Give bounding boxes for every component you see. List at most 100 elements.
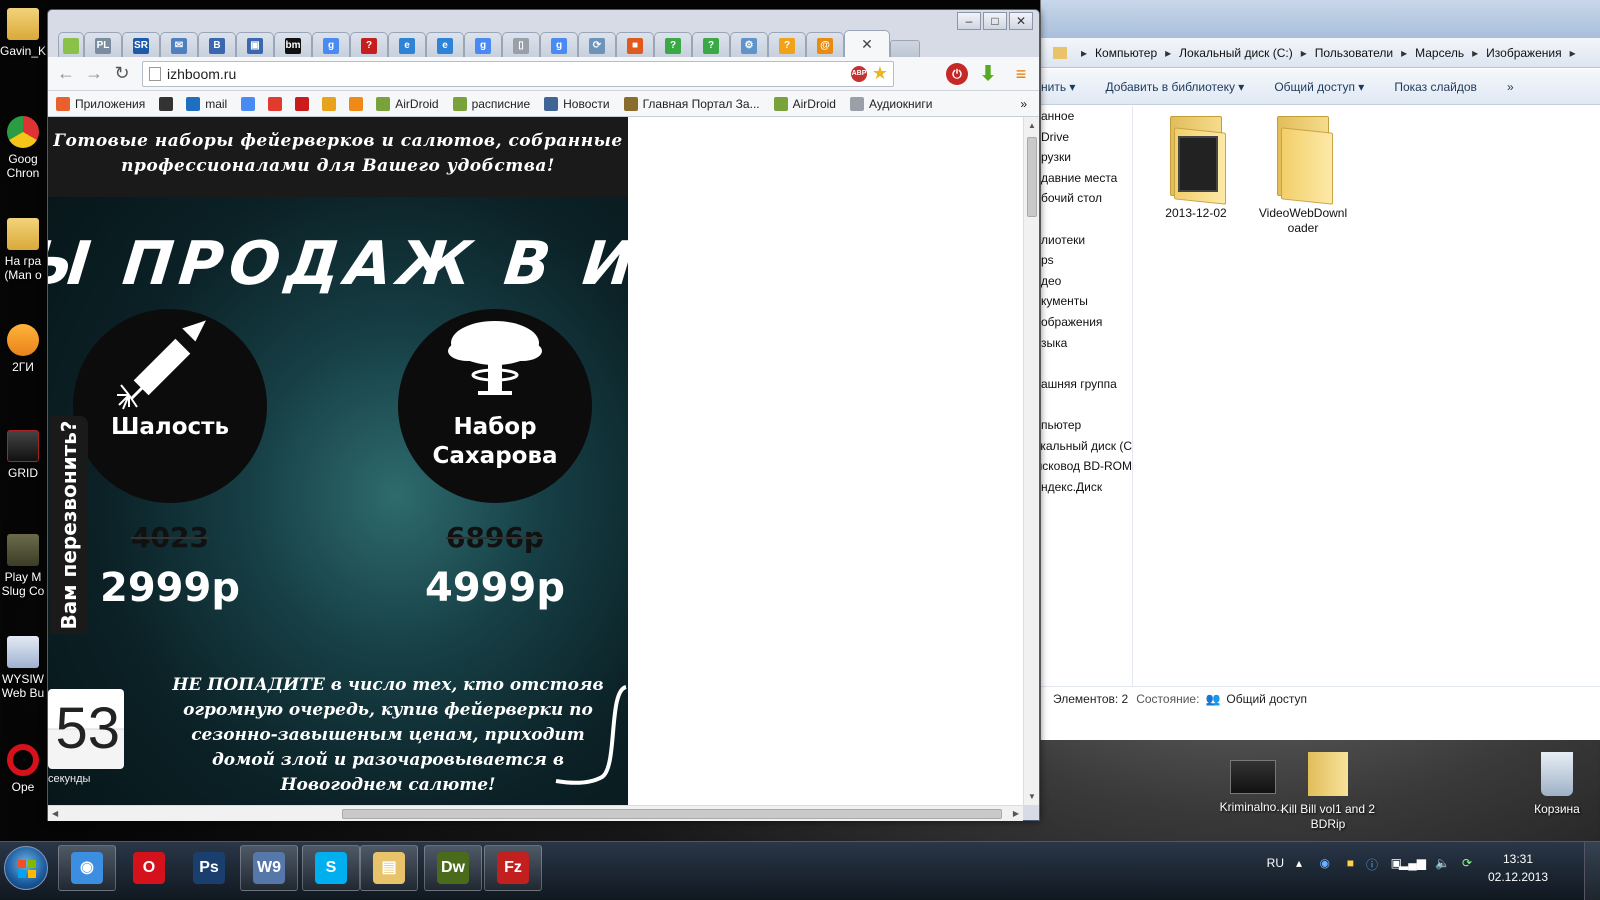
desktop-icon-wysiwyg[interactable]: WYSIW Web Bu [0,636,46,700]
product-card-sakharov[interactable]: Набор Сахарова [398,309,592,503]
bookmark-item[interactable] [295,96,314,111]
signal-tray-icon[interactable]: ▂▄▆ [1399,856,1426,870]
desktop-icon-recycle[interactable]: Корзина [1507,752,1600,817]
bookmark-item[interactable]: расписние [452,96,530,111]
sync-tray-icon[interactable]: ⟳ [1462,856,1472,870]
bookmark-item[interactable]: Приложения [56,96,145,111]
slideshow-button[interactable]: Показ слайдов [1394,80,1477,94]
nav-pane-item[interactable]: ндекс.Диск [1041,477,1132,498]
nav-pane-item[interactable]: анное [1041,106,1132,127]
tab-pinned[interactable] [58,32,84,58]
language-indicator[interactable]: RU [1267,856,1284,870]
bookmark-item[interactable]: AirDroid [773,96,836,111]
download-extension-icon[interactable]: ⬇ [977,63,999,85]
tab-9[interactable]: e [388,32,426,58]
taskbar-app-photoshop[interactable]: Ps [180,845,238,891]
breadcrumb-item[interactable]: Пользователи [1315,46,1393,60]
desktop-icon-chrome[interactable]: Goog Chron [0,116,46,180]
taskbar-app-filezilla[interactable]: Fz [484,845,542,891]
nav-pane-item[interactable]: ображения [1041,312,1132,333]
vertical-scroll-thumb[interactable] [1027,137,1037,217]
breadcrumb-item[interactable]: Марсель [1415,46,1464,60]
show-hidden-icons[interactable]: ▴ [1296,856,1302,870]
callback-tab[interactable]: Вам перезвонить? [50,416,88,634]
bookmark-item[interactable]: mail [186,96,227,111]
clock[interactable]: 13:31 02.12.2013 [1478,850,1558,886]
nav-pane-item[interactable]: ps [1041,250,1132,271]
tab-10[interactable]: e [426,32,464,58]
tab-4[interactable]: B [198,32,236,58]
nav-pane-item[interactable]: давние места [1041,168,1132,189]
info-tray-icon[interactable]: ⓘ [1366,856,1378,873]
taskbar-app-skype[interactable]: S [302,845,360,891]
tab-15[interactable]: ■ [616,32,654,58]
back-button[interactable]: ← [52,60,80,88]
add-to-library-menu[interactable]: Добавить в библиотеку ▾ [1105,80,1244,94]
taskbar-app-wysiwyg[interactable]: W9 [240,845,298,891]
share-with-menu[interactable]: нить ▾ [1041,80,1075,94]
explorer-titlebar[interactable] [1041,0,1600,38]
taskbar-app-chrome[interactable]: ◉ [58,845,116,891]
tab-7[interactable]: g [312,32,350,58]
tab-8[interactable]: ? [350,32,388,58]
breadcrumb-item[interactable]: Изображения [1486,46,1561,60]
desktop-icon-grid[interactable]: GRID [0,430,46,480]
show-desktop-button[interactable] [1584,842,1600,900]
notes-tray-icon[interactable]: ■ [1347,856,1354,870]
nav-pane-item[interactable]: зыка [1041,333,1132,354]
tab-12[interactable]: ▯ [502,32,540,58]
tab-1[interactable]: PL [84,32,122,58]
tab-17[interactable]: ? [692,32,730,58]
share-menu[interactable]: Общий доступ ▾ [1274,80,1364,94]
nav-pane-item[interactable]: Drive [1041,127,1132,148]
bookmark-star-icon[interactable]: ★ [872,63,888,84]
tab-14[interactable]: ⟳ [578,32,616,58]
desktop-icon-opera[interactable]: Ope [0,744,46,794]
scroll-up-arrow[interactable]: ▲ [1028,121,1036,130]
bookmarks-overflow-button[interactable]: » [1020,97,1027,111]
scroll-down-arrow[interactable]: ▼ [1028,792,1036,801]
tab-5[interactable]: ▣ [236,32,274,58]
explorer-address-bar[interactable]: ▸ Компьютер ▸ Локальный диск (C:) ▸ Пользо… [1041,38,1600,68]
desktop-icon-metalslug[interactable]: Play M Slug Co [0,534,46,598]
tab-3[interactable]: ✉ [160,32,198,58]
tab-16[interactable]: ? [654,32,692,58]
forward-button[interactable]: → [80,60,108,88]
bookmark-item[interactable] [322,96,341,111]
tab-11[interactable]: g [464,32,502,58]
nav-pane-item[interactable]: кальный диск (С [1041,436,1132,457]
minimize-button[interactable]: – [957,12,981,30]
nav-pane-item[interactable]: пьютер [1041,415,1132,436]
tab-6[interactable]: bm [274,32,312,58]
bookmark-item[interactable] [268,96,287,111]
more-commands-button[interactable]: » [1507,80,1514,94]
network-tray-icon[interactable]: ◉ [1320,856,1330,870]
bookmark-item[interactable]: AirDroid [376,96,439,111]
tab-13[interactable]: g [540,32,578,58]
breadcrumb-item[interactable]: Компьютер [1095,46,1157,60]
desktop-icon-game[interactable]: На гра (Man o [0,218,46,282]
tab-2[interactable]: SR [122,32,160,58]
desktop-icon-2gis[interactable]: 2ГИ [0,324,46,374]
taskbar-app-dreamweaver[interactable]: Dw [424,845,482,891]
maximize-button[interactable]: □ [983,12,1007,30]
breadcrumb-item[interactable]: Локальный диск (C:) [1179,46,1293,60]
desktop-icon-gavin[interactable]: Gavin_K [0,8,46,58]
taskbar-app-opera[interactable]: O [120,845,178,891]
scroll-left-arrow[interactable]: ◀ [52,809,58,818]
tab-active[interactable]: ✕ [844,30,890,58]
scroll-right-arrow[interactable]: ▶ [1013,809,1019,818]
reload-button[interactable]: ↻ [108,60,136,88]
nav-pane-item[interactable]: ашняя группа [1041,374,1132,395]
bookmark-item[interactable]: Новости [544,96,610,111]
folder-videowebdownloader[interactable]: VideoWebDownl oader [1253,112,1353,236]
bookmark-item[interactable] [159,96,178,111]
tab-18[interactable]: ⚙ [730,32,768,58]
folder-2013-12-02[interactable]: 2013-12-02 [1146,112,1246,221]
nav-pane-item[interactable]: исковод BD-ROM [1041,456,1132,477]
close-tab-icon[interactable]: ✕ [861,36,873,53]
nav-pane-item[interactable]: лиотеки [1041,230,1132,251]
address-bar[interactable]: izhboom.ru ABP ★ [142,61,894,87]
bookmark-item[interactable]: Аудиокниги [849,96,932,111]
nav-pane-item[interactable]: кументы [1041,291,1132,312]
